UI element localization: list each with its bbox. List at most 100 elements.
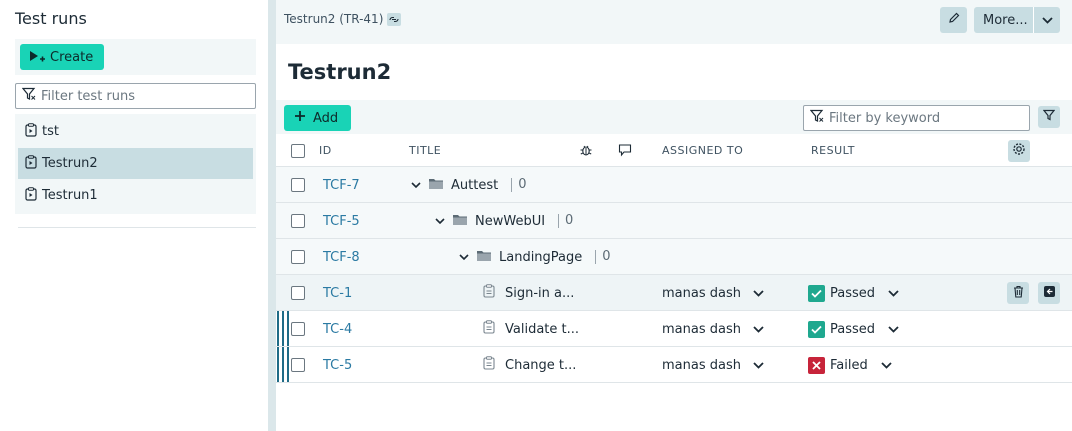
chevron-down-icon[interactable] [1034, 16, 1060, 24]
test-case-icon [483, 284, 495, 302]
folder-title: Auttest [451, 177, 499, 193]
assignee-dropdown[interactable]: manas dash [662, 286, 764, 301]
table-row-case[interactable]: TC-1 Sign-in a... manas dash Passed [276, 275, 1072, 311]
folder-title: NewWebUI [475, 213, 546, 229]
filter-icon [21, 87, 36, 105]
select-all-checkbox[interactable] [291, 144, 305, 158]
sidebar: Test runs Create tst Testrun2 [0, 0, 268, 431]
filter-test-runs-input[interactable] [41, 88, 246, 104]
open-panel-icon [1043, 285, 1056, 302]
keyword-filter-field [803, 105, 1030, 131]
plus-icon [294, 110, 306, 126]
assignee-name: manas dash [662, 321, 741, 337]
chevron-down-icon[interactable] [411, 178, 421, 193]
result-dropdown[interactable]: Passed [808, 284, 899, 302]
table-row-case[interactable]: TC-5 Change t... manas dash Failed [276, 347, 1072, 383]
row-checkbox[interactable] [291, 250, 305, 264]
folder-icon [428, 177, 444, 194]
keyword-filter-input[interactable] [829, 110, 1019, 126]
run-item-label: Testrun2 [42, 156, 98, 171]
table-toolbar: Add [276, 100, 1072, 134]
folder-id-link[interactable]: TCF-8 [323, 250, 360, 265]
row-checkbox[interactable] [291, 214, 305, 228]
create-panel: Create [15, 39, 256, 75]
result-label: Failed [830, 357, 868, 373]
chevron-down-icon [888, 289, 899, 297]
result-label: Passed [830, 321, 876, 337]
trash-icon [1013, 285, 1024, 302]
chevron-down-icon[interactable] [459, 250, 469, 265]
result-label: Passed [830, 285, 876, 301]
gear-icon [1012, 142, 1026, 160]
column-header-result[interactable]: RESULT [811, 144, 855, 157]
delete-row-button[interactable] [1007, 282, 1029, 304]
add-button[interactable]: Add [284, 105, 351, 131]
more-button[interactable]: More... [974, 7, 1060, 33]
row-checkbox[interactable] [291, 286, 305, 300]
test-run-list: tst Testrun2 Testrun1 [15, 114, 256, 214]
row-checkbox[interactable] [291, 178, 305, 192]
assignee-dropdown[interactable]: manas dash [662, 358, 764, 373]
case-id-link[interactable]: TC-1 [323, 286, 352, 301]
case-title[interactable]: Sign-in a... [505, 286, 574, 301]
folder-icon [452, 213, 468, 230]
test-case-icon [483, 320, 495, 338]
folder-count: 0 [511, 178, 526, 192]
case-id-link[interactable]: TC-4 [323, 322, 352, 337]
filter-test-runs-field [15, 83, 256, 109]
folder-icon [476, 249, 492, 266]
result-dropdown[interactable]: Failed [808, 356, 892, 374]
run-item-tst[interactable]: tst [18, 116, 253, 147]
assignee-name: manas dash [662, 357, 741, 373]
column-header-id[interactable]: ID [319, 144, 332, 157]
play-add-icon [29, 50, 45, 64]
run-item-testrun2[interactable]: Testrun2 [18, 148, 253, 179]
panel-resize-handle[interactable] [268, 0, 276, 431]
column-header-assigned-to[interactable]: ASSIGNED TO [662, 144, 743, 157]
folder-count: 0 [558, 214, 573, 228]
create-button-label: Create [50, 49, 94, 65]
open-details-button[interactable] [1038, 282, 1060, 304]
case-title[interactable]: Change t... [505, 358, 576, 373]
assignee-dropdown[interactable]: manas dash [662, 322, 764, 337]
table-row-folder[interactable]: TCF-7 Auttest 0 [276, 167, 1072, 203]
table-row-folder[interactable]: TCF-8 LandingPage 0 [276, 239, 1072, 275]
chevron-down-icon [881, 361, 892, 369]
breadcrumb: Testrun2 (TR-41) [284, 12, 402, 26]
passed-check-icon [808, 320, 825, 338]
run-item-label: tst [42, 124, 59, 139]
sidebar-title: Test runs [15, 9, 87, 28]
create-button[interactable]: Create [20, 44, 104, 70]
folder-count: 0 [595, 250, 611, 264]
funnel-icon [1042, 109, 1056, 125]
link-icon[interactable] [387, 12, 402, 26]
folder-id-link[interactable]: TCF-5 [323, 214, 360, 229]
clipboard-icon [25, 122, 37, 141]
row-checkbox[interactable] [291, 322, 305, 336]
topbar: Testrun2 (TR-41) More... [276, 0, 1072, 44]
table-row-case[interactable]: TC-4 Validate t... manas dash Passed [276, 311, 1072, 347]
filter-icon [809, 109, 824, 127]
breadcrumb-text: Testrun2 (TR-41) [284, 12, 384, 26]
folder-id-link[interactable]: TCF-7 [323, 178, 360, 193]
edit-button[interactable] [940, 7, 967, 33]
run-item-testrun1[interactable]: Testrun1 [18, 180, 253, 211]
case-id-link[interactable]: TC-5 [323, 358, 352, 373]
case-title[interactable]: Validate t... [505, 322, 579, 337]
test-case-icon [483, 356, 495, 374]
table-row-folder[interactable]: TCF-5 NewWebUI 0 [276, 203, 1072, 239]
main-panel: Testrun2 (TR-41) More... Testrun2 Add Fi… [276, 0, 1072, 431]
add-button-label: Add [313, 110, 339, 126]
clipboard-icon [25, 186, 37, 205]
column-settings-button[interactable] [1008, 140, 1030, 162]
chevron-down-icon[interactable] [435, 214, 445, 229]
more-button-label: More... [983, 12, 1028, 28]
advanced-filter-button[interactable] [1038, 106, 1060, 128]
column-header-title[interactable]: TITLE [409, 144, 441, 157]
chevron-down-icon [888, 325, 899, 333]
row-checkbox[interactable] [291, 358, 305, 372]
chevron-down-icon [753, 358, 764, 373]
sidebar-divider [18, 227, 256, 228]
result-dropdown[interactable]: Passed [808, 320, 899, 338]
chevron-down-icon [753, 322, 764, 337]
